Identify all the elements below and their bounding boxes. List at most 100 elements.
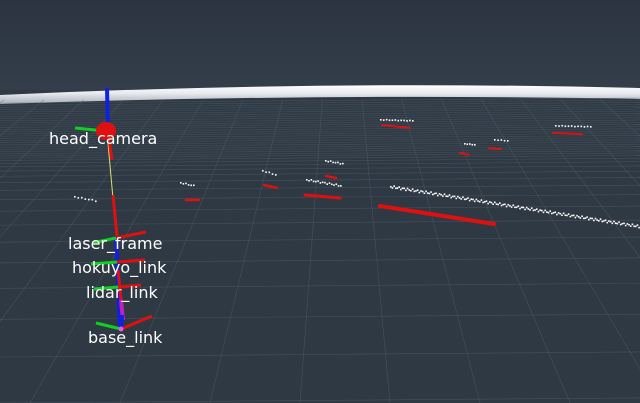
- scan-point: [530, 207, 533, 209]
- scan-point: [391, 119, 394, 122]
- scan-point: [633, 225, 635, 228]
- scan-point: [466, 143, 469, 146]
- scan-point: [403, 119, 405, 122]
- scan-point: [308, 179, 310, 182]
- scan-point: [470, 198, 473, 200]
- scan-point: [275, 174, 277, 176]
- scan-point: [474, 144, 476, 146]
- scan-point: [524, 208, 526, 211]
- scan-point: [340, 185, 342, 187]
- scan-point: [551, 212, 553, 215]
- scan-point: [549, 210, 551, 212]
- scan-point: [480, 199, 483, 201]
- scan-point: [537, 210, 540, 213]
- scan-point: [571, 214, 573, 217]
- scan-point: [395, 187, 397, 190]
- scan-point: [589, 217, 592, 220]
- scan-point: [599, 218, 602, 220]
- scan-point: [428, 192, 431, 195]
- scan-point: [473, 200, 476, 203]
- scan-point: [512, 204, 515, 207]
- scan-point: [438, 192, 441, 195]
- scan-point: [618, 221, 620, 223]
- scan-point: [458, 197, 461, 199]
- scan-point: [502, 203, 505, 206]
- scan-point: [426, 192, 429, 194]
- scan-point: [626, 223, 629, 225]
- scan-point: [490, 201, 493, 204]
- scan-point: [494, 139, 496, 141]
- scan-point: [88, 198, 90, 201]
- scan-point: [559, 212, 562, 215]
- scan-point: [532, 209, 535, 212]
- scan-point: [586, 216, 588, 218]
- scan-point: [418, 191, 421, 194]
- scan-point: [579, 217, 582, 219]
- scan-point: [606, 221, 609, 224]
- scan-point: [315, 180, 317, 183]
- scan-point: [611, 222, 614, 225]
- scan-point: [504, 203, 506, 206]
- scan-point: [410, 189, 412, 192]
- scan-point: [591, 217, 593, 220]
- scan-point: [465, 198, 468, 200]
- scan-point: [576, 214, 578, 217]
- scan-point: [572, 214, 575, 217]
- scan-point: [431, 193, 434, 196]
- scan-point: [190, 184, 192, 187]
- scan-point: [495, 203, 498, 205]
- scan-point: [590, 126, 592, 128]
- scan-point: [542, 211, 545, 214]
- scan-point: [561, 214, 563, 217]
- scan-point: [443, 193, 446, 196]
- scan-point: [180, 182, 182, 184]
- scan-point: [614, 222, 617, 224]
- scan-point: [562, 212, 565, 215]
- scan-point: [478, 200, 481, 203]
- scan-point: [411, 188, 414, 190]
- scan-point: [271, 173, 274, 175]
- scan-point: [393, 185, 395, 187]
- scan-point: [388, 119, 391, 122]
- scan-point: [415, 190, 417, 192]
- scan-point: [509, 204, 511, 207]
- scan-point: [467, 197, 469, 199]
- scene-canvas[interactable]: [0, 0, 640, 403]
- scan-point: [462, 196, 464, 198]
- scan-point: [425, 190, 427, 193]
- scan-point: [262, 170, 264, 172]
- scan-point: [586, 125, 589, 128]
- scan-point: [400, 188, 402, 191]
- scan-point: [619, 223, 622, 226]
- scan-point: [326, 183, 328, 185]
- scan-point: [487, 202, 489, 205]
- base-link-origin: [118, 326, 124, 332]
- scan-point: [321, 181, 324, 184]
- scan-point: [405, 189, 407, 192]
- scan-point: [328, 182, 331, 184]
- scan-point: [77, 197, 80, 199]
- scan-point: [442, 195, 444, 197]
- scan-point: [325, 160, 327, 162]
- scan-point: [582, 217, 585, 220]
- scan-point: [510, 206, 513, 208]
- scan-point: [74, 196, 76, 198]
- scan-point: [420, 190, 422, 192]
- scan-point: [81, 196, 83, 199]
- scan-point: [187, 184, 190, 186]
- scan-point: [385, 118, 388, 121]
- scan-point: [408, 189, 411, 191]
- scan-point: [455, 197, 458, 200]
- scan-point: [616, 222, 619, 225]
- scan-point: [525, 206, 528, 209]
- scan-point: [312, 180, 315, 183]
- scan-point: [396, 187, 399, 189]
- scan-point: [497, 139, 499, 142]
- scan-point: [398, 186, 400, 188]
- scan-point: [400, 119, 402, 122]
- scan-point: [416, 189, 419, 191]
- projected-scan-segment: [488, 147, 502, 150]
- scan-point: [409, 119, 411, 122]
- scan-point: [500, 204, 503, 207]
- rviz-3d-viewport[interactable]: head_camera laser_frame hokuyo_link lida…: [0, 0, 640, 403]
